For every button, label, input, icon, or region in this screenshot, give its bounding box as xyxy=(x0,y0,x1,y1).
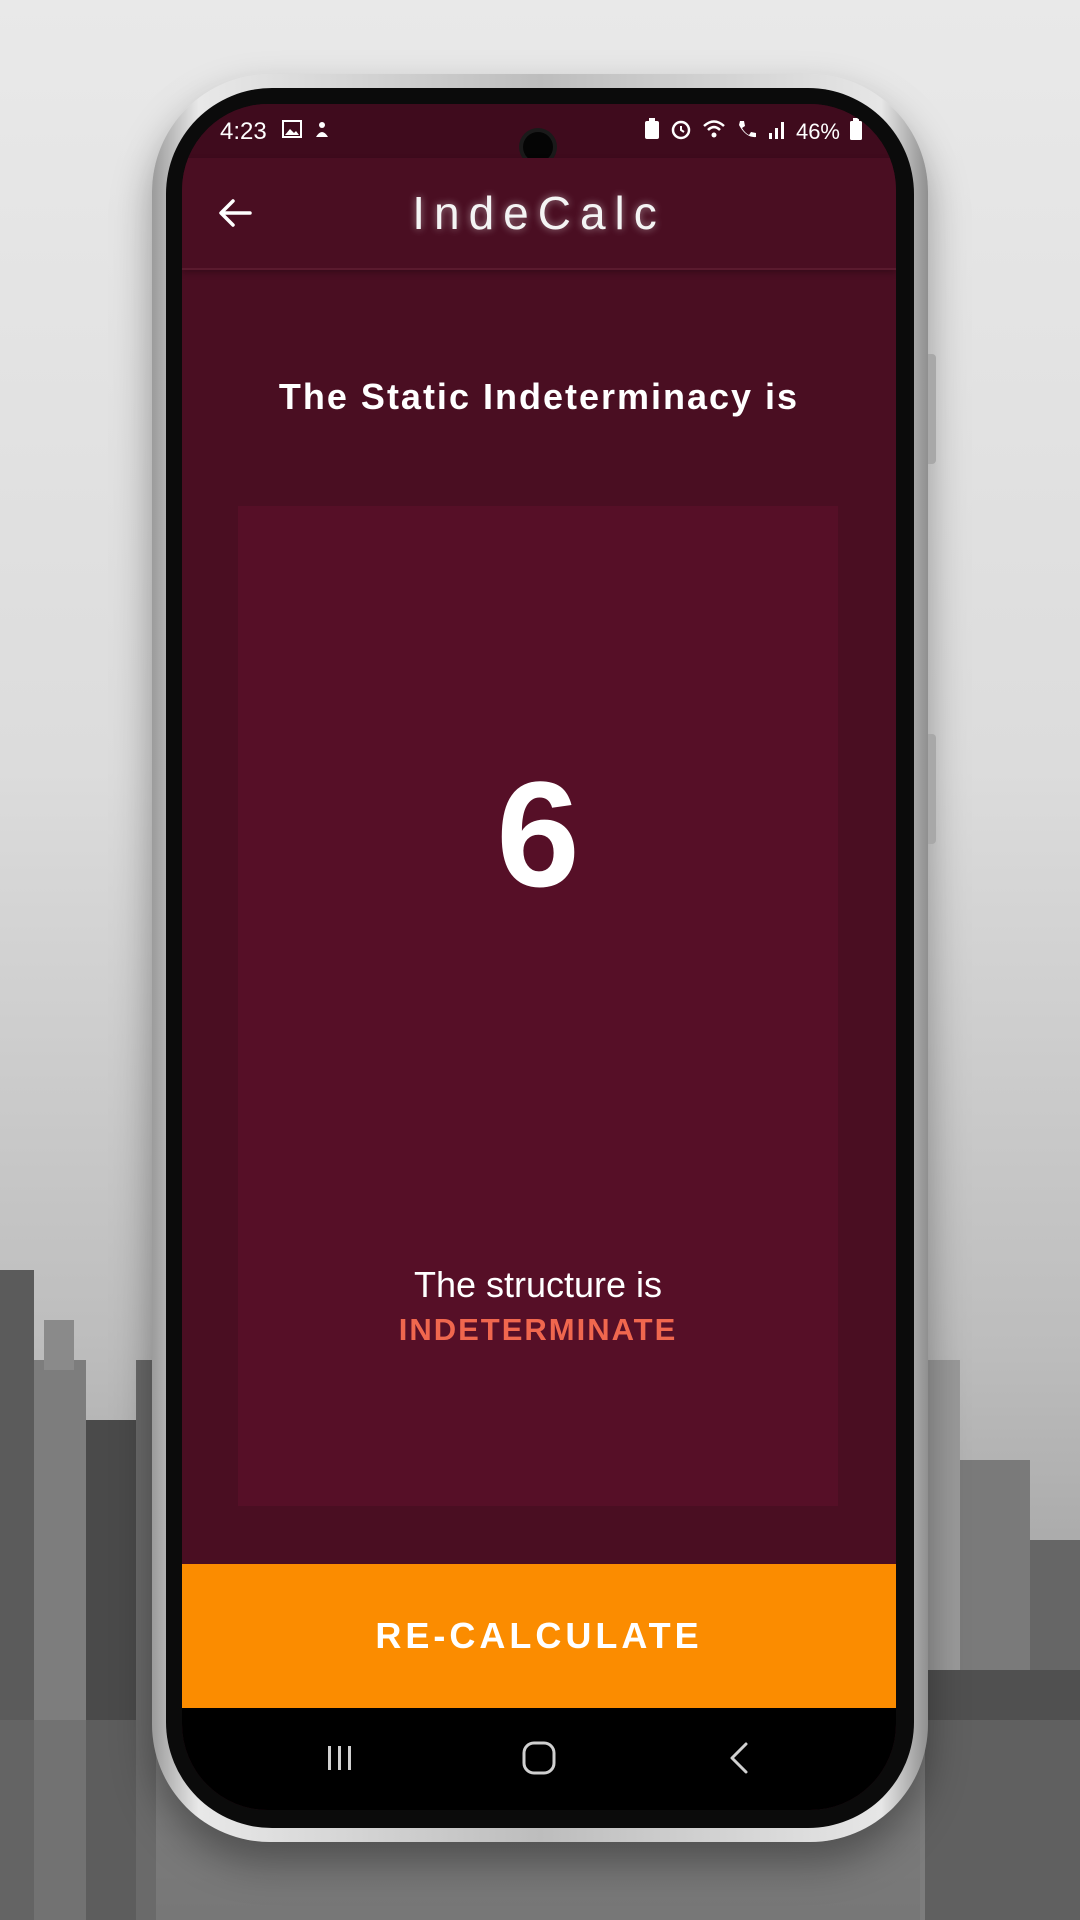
recalculate-button[interactable]: RE-CALCULATE xyxy=(182,1564,896,1708)
app-title: IndeCalc xyxy=(412,187,666,239)
wifi-calling-icon xyxy=(736,118,758,146)
app-screen: 4:23 46% IndeCalc The Static Indetermina… xyxy=(182,104,896,1810)
battery-icon xyxy=(850,118,862,146)
home-icon[interactable] xyxy=(517,1736,561,1780)
result-card: 6 The structure is INDETERMINATE xyxy=(238,506,838,1506)
image-icon xyxy=(282,119,302,145)
back-icon[interactable] xyxy=(718,1736,762,1780)
status-right-icons: 46% xyxy=(644,118,862,146)
structure-description: The structure is xyxy=(413,1264,663,1305)
alarm-icon xyxy=(670,118,692,146)
app-bar: IndeCalc xyxy=(182,158,896,270)
wifi-icon xyxy=(702,119,726,145)
navigation-bar xyxy=(182,1708,896,1810)
battery-saver-icon xyxy=(644,118,660,146)
result-heading: The Static Indeterminacy is xyxy=(278,376,800,417)
power-button xyxy=(928,734,936,844)
signal-icon xyxy=(768,119,786,145)
battery-percent: 46% xyxy=(795,119,840,144)
notification-icon xyxy=(312,119,332,145)
status-time: 4:23 xyxy=(220,118,267,145)
recent-apps-icon[interactable] xyxy=(318,1736,362,1780)
structure-status: INDETERMINATE xyxy=(398,1312,678,1347)
volume-button xyxy=(928,354,936,464)
indeterminacy-value: 6 xyxy=(496,750,580,918)
status-left-icons xyxy=(282,119,332,145)
status-bar: 4:23 46% xyxy=(182,104,896,162)
